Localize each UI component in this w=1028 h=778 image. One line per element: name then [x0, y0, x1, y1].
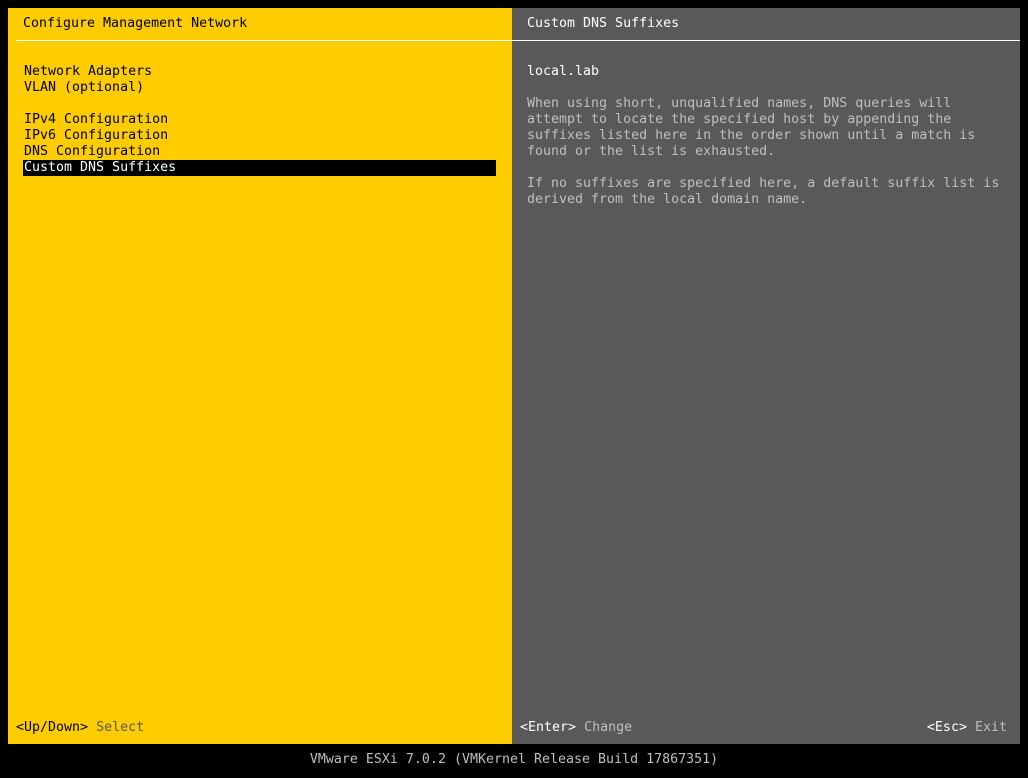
menu-spacer	[23, 96, 496, 112]
change-action-label: Change	[584, 720, 633, 735]
description-paragraph: If no suffixes are specified here, a def…	[527, 176, 1000, 207]
menu-pane-title: Configure Management Network	[23, 16, 248, 31]
description-paragraph: When using short, unqualified names, DNS…	[527, 96, 976, 159]
detail-pane-title: Custom DNS Suffixes	[527, 16, 680, 31]
dcui-screen: Configure Management Network Network Ada…	[0, 0, 1028, 778]
menu-item-ipv4-configuration[interactable]: IPv4 Configuration	[23, 112, 496, 128]
exit-hint[interactable]: <Esc> Exit	[927, 720, 1007, 736]
enter-key-label: <Enter>	[520, 720, 577, 735]
select-action-label: Select	[96, 720, 145, 735]
menu-pane: Configure Management Network Network Ada…	[8, 8, 512, 744]
detail-pane: Custom DNS Suffixes local.lab When using…	[512, 8, 1020, 744]
menu-item-network-adapters[interactable]: Network Adapters	[23, 64, 496, 80]
exit-action-label: Exit	[974, 720, 1007, 735]
change-hint[interactable]: <Enter> Change	[520, 720, 632, 736]
menu-pane-title-divider	[16, 40, 512, 41]
detail-description: When using short, unqualified names, DNS…	[527, 96, 1007, 224]
esc-key-label: <Esc>	[926, 720, 967, 735]
up-down-key-label: <Up/Down>	[16, 720, 89, 735]
detail-pane-title-divider	[512, 40, 1020, 41]
menu-item-vlan[interactable]: VLAN (optional)	[23, 80, 496, 96]
version-status-bar: VMware ESXi 7.0.2 (VMKernel Release Buil…	[309, 752, 719, 767]
menu-item-ipv6-configuration[interactable]: IPv6 Configuration	[23, 128, 496, 144]
menu-item-custom-dns-suffixes[interactable]: Custom DNS Suffixes	[23, 160, 496, 176]
menu-item-dns-configuration[interactable]: DNS Configuration	[23, 144, 496, 160]
select-hint: <Up/Down> Select	[16, 720, 144, 736]
configuration-menu: Network Adapters VLAN (optional) IPv4 Co…	[23, 64, 496, 176]
dns-suffix-value: local.lab	[527, 64, 600, 79]
